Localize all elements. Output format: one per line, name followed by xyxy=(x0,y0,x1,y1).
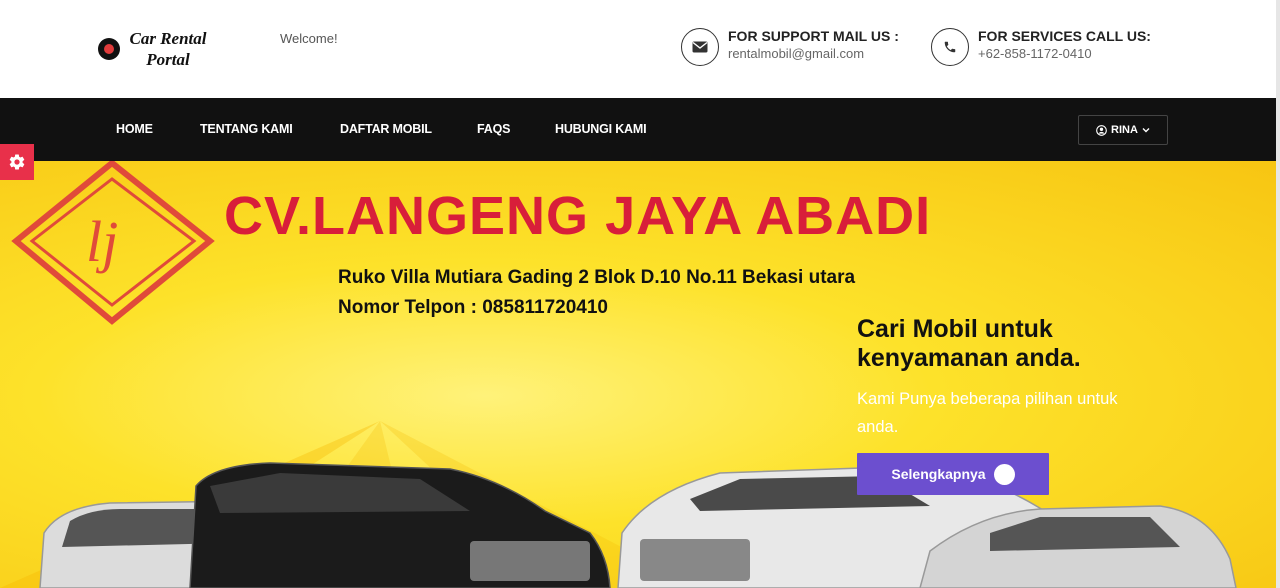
logo-line-2: Portal xyxy=(146,50,190,69)
settings-gear-button[interactable] xyxy=(0,144,34,180)
selengkapnya-button[interactable]: Selengkapnya xyxy=(857,453,1049,495)
hero-title: Cari Mobil untuk kenyamanan anda. xyxy=(857,315,1081,372)
user-menu-button[interactable]: RINA xyxy=(1078,115,1168,145)
cta-label: Selengkapnya xyxy=(891,466,986,482)
services-call-value[interactable]: +62-858-1172-0410 xyxy=(978,45,1151,63)
user-name: RINA xyxy=(1111,124,1138,136)
hero-banner: lj CV.LANGENG JAYA ABADI Ruko Villa Muti… xyxy=(0,161,1276,588)
svg-text:lj: lj xyxy=(86,209,118,274)
logo-line-1: Car Rental xyxy=(129,29,207,48)
nav-item-daftar-mobil[interactable]: DAFTAR MOBIL xyxy=(340,122,432,136)
company-phone: Nomor Telpon : 085811720410 xyxy=(338,297,608,318)
hero-subtitle: Kami Punya beberapa pilihan untuk anda. xyxy=(857,390,1118,436)
nav-item-tentang-kami[interactable]: TENTANG KAMI xyxy=(200,122,293,136)
support-mail-title: FOR SUPPORT MAIL US : xyxy=(728,28,899,44)
arrow-right-icon xyxy=(859,453,1015,485)
chevron-down-icon xyxy=(1142,128,1150,133)
company-address: Ruko Villa Mutiara Gading 2 Blok D.10 No… xyxy=(338,267,856,288)
support-mail-block: FOR SUPPORT MAIL US : rentalmobil@gmail.… xyxy=(681,28,899,66)
page-scrollbar[interactable] xyxy=(1276,0,1280,588)
envelope-icon xyxy=(681,28,719,66)
nav-item-faqs[interactable]: FAQS xyxy=(477,122,510,136)
phone-icon xyxy=(931,28,969,66)
car-logo-icon xyxy=(98,38,120,60)
nav-item-home[interactable]: HOME xyxy=(116,122,153,136)
user-circle-icon xyxy=(1096,124,1107,136)
logo-text: Car Rental Portal xyxy=(122,28,214,70)
lj-diamond-logo: lj xyxy=(11,161,215,325)
welcome-text: Welcome! xyxy=(280,31,338,46)
company-name: CV.LANGENG JAYA ABADI xyxy=(224,186,932,246)
site-logo[interactable]: Car Rental Portal xyxy=(98,28,214,70)
services-call-title: FOR SERVICES CALL US: xyxy=(978,28,1151,44)
main-navbar: HOME TENTANG KAMI DAFTAR MOBIL FAQS HUBU… xyxy=(0,98,1276,161)
nav-item-hubungi-kami[interactable]: HUBUNGI KAMI xyxy=(555,122,647,136)
gear-icon xyxy=(9,154,25,170)
site-header: Car Rental Portal Welcome! FOR SUPPORT M… xyxy=(0,0,1276,98)
support-mail-value[interactable]: rentalmobil@gmail.com xyxy=(728,45,899,63)
services-call-block: FOR SERVICES CALL US: +62-858-1172-0410 xyxy=(931,28,1151,66)
car-images xyxy=(39,462,1237,588)
